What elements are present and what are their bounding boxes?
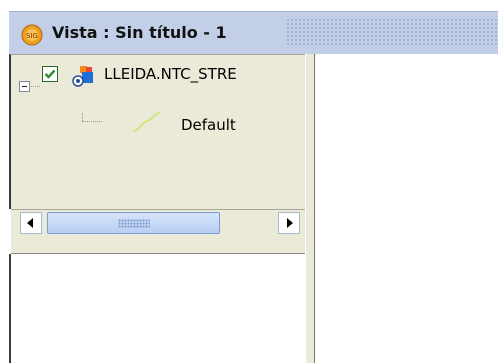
scroll-left-arrow-icon[interactable] xyxy=(20,212,42,234)
scroll-right-arrow-icon[interactable] xyxy=(278,212,300,234)
table-of-contents: LLEIDA.NTC_STRE Default xyxy=(9,54,306,209)
svg-text:SIG: SIG xyxy=(26,32,38,40)
collapse-toggle-icon[interactable] xyxy=(19,81,30,92)
grip-icon xyxy=(118,219,150,228)
window-title: Vista : Sin título - 1 xyxy=(52,23,227,42)
window-edge xyxy=(0,0,8,363)
layer-name[interactable]: LLEIDA.NTC_STRE xyxy=(104,65,237,83)
line-symbol-icon xyxy=(132,111,162,132)
splitter-border xyxy=(314,54,315,363)
title-bar-pattern xyxy=(286,18,498,47)
tree-connector xyxy=(31,86,40,87)
scrollbar-thumb[interactable] xyxy=(47,212,220,234)
locator-panel[interactable] xyxy=(9,254,307,363)
vector-layer-icon xyxy=(72,66,93,87)
gvsig-logo-icon: SIG xyxy=(21,24,43,46)
legend-label[interactable]: Default xyxy=(181,116,236,134)
horizontal-scrollbar[interactable] xyxy=(11,209,305,239)
view-window: SIG Vista : Sin título - 1 LLEIDA.NTC_ST… xyxy=(0,0,498,363)
tree-connector xyxy=(82,113,83,121)
horizontal-splitter[interactable] xyxy=(11,238,305,254)
map-canvas[interactable] xyxy=(316,54,498,363)
layer-visibility-checkbox[interactable] xyxy=(42,66,58,82)
title-bar[interactable]: SIG Vista : Sin título - 1 xyxy=(9,11,498,55)
checkmark-icon xyxy=(44,69,56,79)
tree-connector xyxy=(82,121,102,122)
